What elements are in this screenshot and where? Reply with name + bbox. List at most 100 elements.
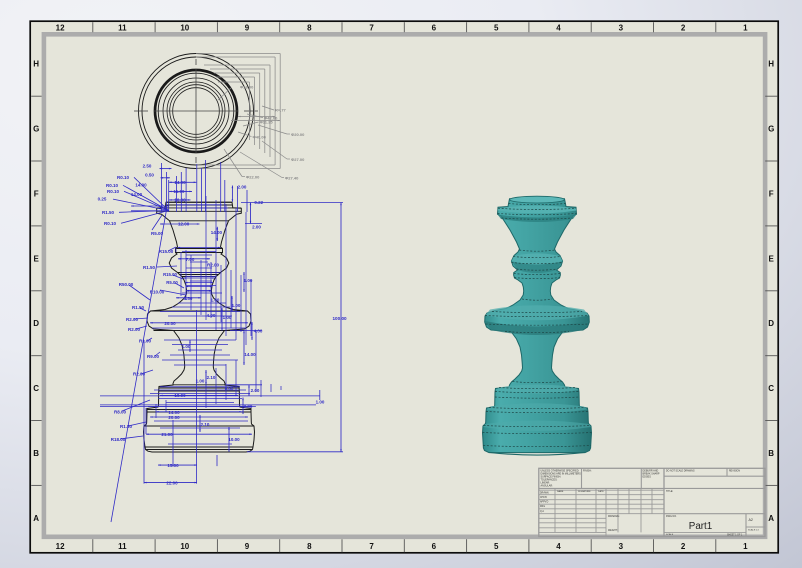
svg-text:R50.00: R50.00 <box>119 282 134 287</box>
svg-text:C: C <box>768 384 774 393</box>
svg-text:R2.00: R2.00 <box>126 317 139 322</box>
svg-text:3: 3 <box>619 542 624 551</box>
svg-text:R2.00: R2.00 <box>133 372 146 377</box>
svg-text:2.50: 2.50 <box>143 163 152 168</box>
svg-text:10: 10 <box>180 542 189 551</box>
svg-text:R15.00: R15.00 <box>159 249 174 254</box>
svg-text:R0.10: R0.10 <box>117 175 130 180</box>
svg-text:9: 9 <box>245 542 250 551</box>
svg-text:R15.00: R15.00 <box>163 272 177 277</box>
svg-text:14.00: 14.00 <box>211 230 223 235</box>
svg-text:2.10: 2.10 <box>201 422 210 427</box>
svg-text:R2.00: R2.00 <box>128 327 141 332</box>
svg-text:2.00: 2.00 <box>238 185 247 190</box>
svg-text:0.25: 0.25 <box>98 197 107 202</box>
svg-text:2.00: 2.00 <box>251 388 260 393</box>
svg-text:Φ27.00: Φ27.00 <box>291 157 305 162</box>
svg-text:Φ22.00: Φ22.00 <box>246 174 260 179</box>
svg-text:11: 11 <box>118 24 127 33</box>
svg-text:6: 6 <box>432 542 437 551</box>
svg-text:5.50: 5.50 <box>184 296 193 301</box>
svg-text:1.00: 1.00 <box>182 344 191 349</box>
svg-text:1.00: 1.00 <box>316 400 325 405</box>
svg-text:4.00: 4.00 <box>254 329 263 334</box>
svg-text:12: 12 <box>56 24 65 33</box>
svg-text:R0.10: R0.10 <box>107 189 120 194</box>
svg-text:R0.10: R0.10 <box>106 183 119 188</box>
svg-text:21.00: 21.00 <box>161 432 173 437</box>
svg-text:10: 10 <box>180 24 189 33</box>
svg-text:R5.00: R5.00 <box>151 231 164 236</box>
svg-text:1.00: 1.00 <box>232 303 241 308</box>
svg-text:EDGES: EDGES <box>643 475 652 478</box>
svg-text:7: 7 <box>369 24 374 33</box>
svg-text:H: H <box>768 60 774 69</box>
svg-text:R10.00: R10.00 <box>150 290 165 295</box>
svg-text:8: 8 <box>307 542 312 551</box>
svg-text:22.00: 22.00 <box>166 481 178 486</box>
svg-text:5: 5 <box>494 542 499 551</box>
svg-text:Φ16.00: Φ16.00 <box>240 84 254 89</box>
svg-text:1: 1 <box>743 542 748 551</box>
svg-text:A2: A2 <box>749 518 753 522</box>
svg-text:G: G <box>768 125 774 134</box>
svg-text:MATERIAL:: MATERIAL: <box>608 515 620 518</box>
svg-text:10.00: 10.00 <box>174 198 186 203</box>
svg-text:DATE: DATE <box>598 490 604 493</box>
svg-text:14.00: 14.00 <box>174 180 186 185</box>
svg-text:6: 6 <box>432 24 437 33</box>
svg-text:R1.50: R1.50 <box>120 424 133 429</box>
svg-text:0.60: 0.60 <box>225 386 234 391</box>
svg-text:H: H <box>33 60 39 69</box>
svg-text:TITLE:: TITLE: <box>666 490 674 493</box>
svg-text:D: D <box>768 319 774 328</box>
svg-text:NAME: NAME <box>557 490 564 493</box>
svg-text:R9.00: R9.00 <box>147 354 160 359</box>
svg-text:1.00: 1.00 <box>211 298 220 303</box>
svg-text:A: A <box>33 514 39 523</box>
svg-text:SCALE: SCALE <box>666 533 674 536</box>
svg-text:REVISION: REVISION <box>729 470 740 472</box>
svg-text:4: 4 <box>556 542 561 551</box>
svg-text:20.00: 20.00 <box>164 321 176 326</box>
svg-text:4.00: 4.00 <box>207 313 216 318</box>
svg-text:D: D <box>33 319 39 328</box>
svg-text:DO NOT SCALE DRAWING: DO NOT SCALE DRAWING <box>666 469 695 472</box>
svg-text:5: 5 <box>494 24 499 33</box>
svg-text:3: 3 <box>619 24 624 33</box>
svg-text:Part1: Part1 <box>689 521 712 532</box>
svg-text:11: 11 <box>118 542 127 551</box>
svg-text:20.00: 20.00 <box>168 415 180 420</box>
svg-text:R2.00: R2.00 <box>207 263 220 268</box>
svg-text:R1.50: R1.50 <box>143 265 156 270</box>
svg-text:4: 4 <box>556 24 561 33</box>
svg-text:11.00: 11.00 <box>173 189 185 194</box>
svg-text:2: 2 <box>681 24 686 33</box>
svg-text:Φ11.35: Φ11.35 <box>260 120 274 125</box>
svg-text:G: G <box>33 125 39 134</box>
svg-text:B: B <box>33 449 39 458</box>
svg-text:SHEET 1 OF 1: SHEET 1 OF 1 <box>727 534 743 536</box>
svg-text:A: A <box>768 514 774 523</box>
svg-text:CHK'D: CHK'D <box>540 497 547 499</box>
svg-text:14.00: 14.00 <box>135 183 147 188</box>
svg-text:R1.50: R1.50 <box>132 305 145 310</box>
svg-text:1.00: 1.00 <box>223 315 232 320</box>
svg-text:1.00: 1.00 <box>244 278 253 283</box>
svg-text:2.00: 2.00 <box>252 224 261 229</box>
svg-text:R18.00: R18.00 <box>111 437 126 442</box>
svg-text:R5.00: R5.00 <box>166 280 178 285</box>
svg-text:15.00: 15.00 <box>167 463 179 468</box>
svg-text:1.00: 1.00 <box>196 379 205 384</box>
svg-text:100.00: 100.00 <box>333 316 347 321</box>
svg-text:12: 12 <box>56 542 65 551</box>
svg-text:FINISH:: FINISH: <box>583 469 592 472</box>
svg-text:ANGULAR:: ANGULAR: <box>541 484 554 487</box>
svg-text:9: 9 <box>245 24 250 33</box>
svg-text:10.00: 10.00 <box>174 393 186 398</box>
svg-text:10.00: 10.00 <box>228 437 240 442</box>
svg-text:Φ27.40: Φ27.40 <box>285 175 299 180</box>
svg-text:14.00: 14.00 <box>131 192 143 197</box>
svg-text:R0.10: R0.10 <box>104 221 117 226</box>
svg-text:C: C <box>33 384 39 393</box>
